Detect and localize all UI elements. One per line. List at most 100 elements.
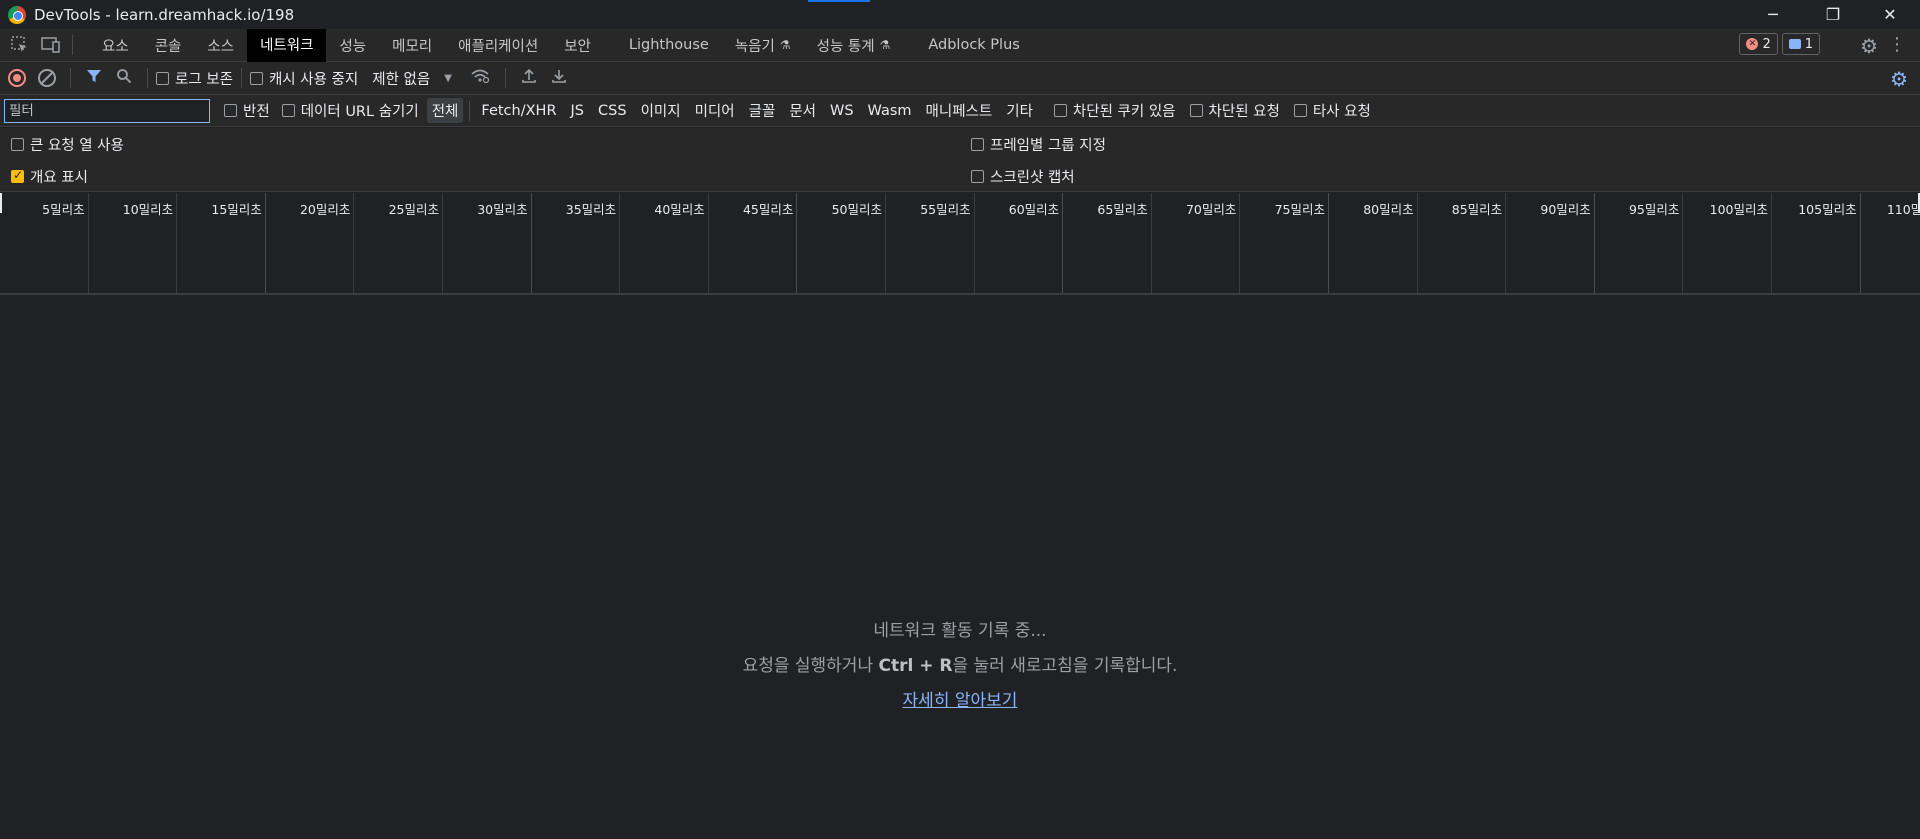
settings-gear-icon[interactable]: ⚙ [1860,34,1878,58]
type-filter-2[interactable]: JS [566,101,589,121]
type-filter-9[interactable]: Wasm [863,101,917,121]
capture-screenshots-checkbox[interactable]: 스크린샷 캡처 [971,166,1075,187]
type-filter-6[interactable]: 글꼴 [744,98,781,123]
more-options-icon[interactable]: ⋮ [1888,34,1906,55]
export-har-icon[interactable] [551,68,567,88]
checkbox-box[interactable] [971,138,984,151]
clear-icon[interactable] [38,69,56,87]
preserve-log-checkbox[interactable]: 로그 보존 [156,68,233,89]
tab-3[interactable]: 네트워크 [247,28,327,62]
tab-6[interactable]: 애플리케이션 [445,29,551,62]
network-conditions-icon[interactable] [470,68,490,88]
search-icon[interactable] [116,68,132,88]
tab-4[interactable]: 성능 [326,29,379,62]
timeline-tick: 35밀리초 [532,193,621,293]
timeline-tick-label: 30밀리초 [477,202,528,217]
type-filter-3[interactable]: CSS [593,101,632,121]
issue-badges: ✕ 2 1 [1739,33,1820,55]
toolbar-divider [72,35,73,55]
checkbox-box[interactable] [156,71,169,85]
blocked-cookies-label: 차단된 쿠키 있음 [1072,104,1176,120]
disable-cache-checkbox[interactable]: 캐시 사용 중지 [249,68,359,89]
type-filter-5[interactable]: 미디어 [690,98,740,123]
checkbox-box[interactable] [1293,104,1307,117]
timeline-tick-label: 80밀리초 [1363,202,1414,217]
tab-5[interactable]: 메모리 [379,29,445,62]
timeline-tick-label: 110밀리초 [1886,202,1920,217]
recording-message: 네트워크 활동 기록 중... [873,621,1047,641]
checkbox-box[interactable] [224,104,237,117]
tab-11[interactable]: Adblock Plus [915,29,1032,62]
big-request-rows-checkbox[interactable]: 큰 요청 열 사용 [11,134,124,155]
timeline-tick-label: 95밀리초 [1628,202,1680,217]
type-filter-11[interactable]: 기타 [1001,98,1038,123]
invert-checkbox[interactable]: 반전 [224,100,270,121]
checkbox-box[interactable] [1189,104,1203,117]
blocked-cookies-checkbox[interactable]: 차단된 쿠키 있음 [1053,100,1176,121]
type-filter-8[interactable]: WS [825,101,859,121]
tab-9[interactable]: 녹음기 ⚗ [722,29,804,62]
filter-input[interactable] [4,98,210,123]
third-party-checkbox[interactable]: 타사 요청 [1293,100,1371,121]
messages-badge[interactable]: 1 [1781,33,1820,55]
window-title: DevTools - learn.dreamhack.io/198 [34,5,295,24]
errors-badge[interactable]: ✕ 2 [1739,33,1778,55]
tab-label: Lighthouse [628,37,709,53]
hide-data-urls-label: 데이터 URL 숨기기 [300,104,419,120]
timeline-tick: 80밀리초 [1329,193,1418,293]
network-options-panel: 큰 요청 열 사용 개요 표시 프레임별 그룹 지정 스크린샷 캡처 [0,128,1920,192]
timeline-tick-label: 90밀리초 [1540,202,1591,217]
checkbox-box[interactable] [249,71,263,85]
timeline-tick: 10밀리초 [89,193,178,293]
tab-1[interactable]: 콘솔 [142,29,195,62]
close-window-button[interactable]: ✕ [1862,0,1918,29]
tab-label: 애플리케이션 [458,38,539,55]
type-filter-4[interactable]: 이미지 [636,98,686,123]
experimental-flask-icon: ⚗ [879,38,891,52]
show-overview-checkbox[interactable]: 개요 표시 [11,166,88,187]
tab-8[interactable]: Lighthouse [616,29,722,62]
reload-hint-before: 요청을 실행하거나 [742,656,879,676]
type-filter-10[interactable]: 매니페스트 [921,98,998,123]
tab-7[interactable]: 보안 [551,29,604,62]
tab-2[interactable]: 소스 [194,29,247,62]
timeline-tick-label: 10밀리초 [122,202,174,217]
import-har-icon[interactable] [521,68,537,88]
checkbox-box[interactable] [281,104,295,117]
minimize-button[interactable]: ─ [1745,0,1801,29]
type-filter-1[interactable]: Fetch/XHR [476,101,561,121]
checkbox-box[interactable] [971,170,984,183]
type-filter-0[interactable]: 전체 [426,98,464,123]
panel-tabs: 요소 콘솔 소스 네트워크 성능 메모리 애플리케이션 보안 Lighthouse 녹음기 ⚗ 성능 … [89,28,1033,62]
network-settings-gear-icon[interactable]: ⚙ [1890,67,1908,91]
checkbox-box[interactable] [1053,104,1067,117]
tab-10[interactable]: 성능 통계 ⚗ [804,29,904,62]
timeline-tick-label: 15밀리초 [211,202,262,217]
timeline-tick: 110밀리초 [1861,193,1920,293]
device-toolbar-icon[interactable] [38,33,62,57]
checkbox-box[interactable] [11,168,24,183]
tab-label: 요소 [102,38,129,55]
stop-recording-icon[interactable] [8,69,26,87]
restore-button[interactable]: ❐ [1805,0,1861,29]
timeline-tick-label: 100밀리초 [1709,202,1768,217]
tab-label: 메모리 [392,38,433,55]
tab-0[interactable]: 요소 [89,29,142,62]
disable-cache-label: 캐시 사용 중지 [268,71,359,88]
throttling-select[interactable]: 제한 없음 ▼ [372,68,452,89]
timeline-tick: 90밀리초 [1506,193,1595,293]
timeline-tick-label: 75밀리초 [1274,202,1325,217]
group-by-frame-checkbox[interactable]: 프레임별 그룹 지정 [971,134,1106,155]
timeline-overview[interactable]: 5밀리초 10밀리초 15밀리초 20밀리초 25밀리초 30밀리초 35밀리초 40밀리초 4… [0,193,1920,295]
timeline-tick-label: 40밀리초 [654,202,705,217]
blocked-requests-checkbox[interactable]: 차단된 요청 [1189,100,1280,121]
inspect-element-icon[interactable] [8,33,32,57]
hide-data-urls-checkbox[interactable]: 데이터 URL 숨기기 [281,100,419,121]
filter-icon[interactable] [86,68,102,88]
timeline-tick: 70밀리초 [1152,193,1241,293]
toolbar-divider [504,68,506,88]
type-filter-7[interactable]: 문서 [784,98,821,123]
checkbox-box[interactable] [11,138,24,151]
learn-more-link[interactable]: 자세히 알아보기 [903,691,1018,711]
timeline-tick-label: 20밀리초 [299,202,351,217]
